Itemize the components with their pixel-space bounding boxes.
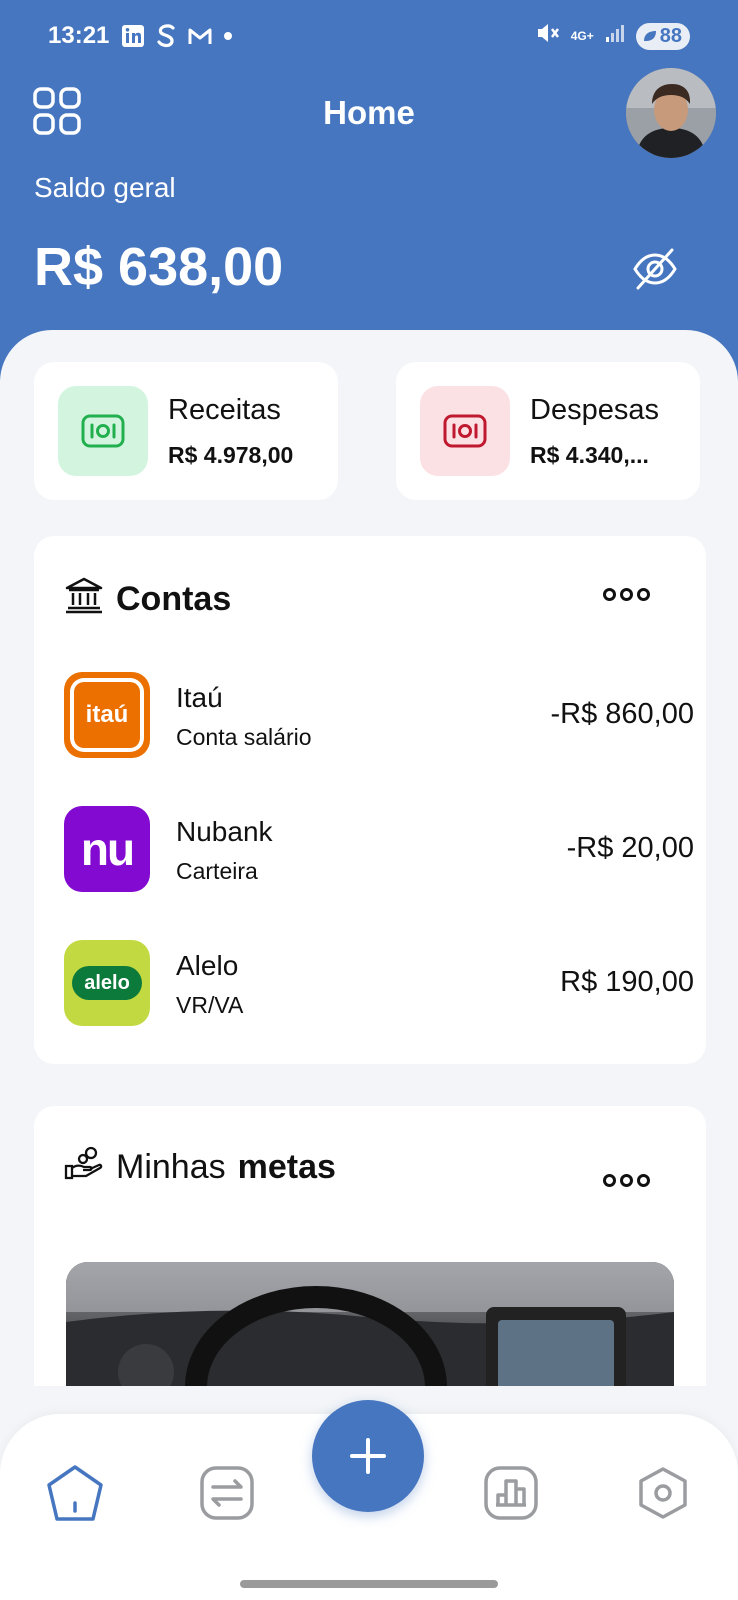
bottom-nav [0,1400,738,1600]
account-name: Itaú [176,682,223,713]
alelo-logo-text: alelo [72,966,142,1000]
account-type: Carteira [176,858,258,884]
leaf-icon [643,31,656,41]
expense-value: R$ 4.340,... [530,442,649,468]
goals-header: Minhas metas [64,1146,336,1189]
account-name: Nubank [176,816,273,847]
avatar[interactable] [626,68,716,158]
signal-icon [604,22,626,51]
account-type: VR/VA [176,992,244,1018]
gmail-icon [187,25,213,47]
linkedin-icon [121,24,145,48]
chart-icon [484,1466,538,1520]
goal-car-image[interactable] [66,1262,674,1386]
account-balance: R$ 190,00 [560,966,694,998]
balance-label: Saldo geral [34,172,176,203]
transfer-icon [200,1466,254,1520]
notification-dot-icon [223,31,233,41]
account-balance: -R$ 860,00 [550,698,695,730]
alelo-logo: alelo [64,940,150,1026]
nav-transactions[interactable] [192,1458,262,1528]
settings-icon [639,1467,687,1519]
account-type: Conta salário [176,724,312,750]
home-indicator[interactable] [240,1580,498,1588]
income-label: Receitas [168,394,281,426]
itau-logo-text: itaú [74,682,140,748]
header: 13:21 4G+ 88 Home Saldo geral R$ 638,00 [0,0,738,380]
add-button[interactable] [312,1400,424,1512]
mute-icon [535,21,561,52]
account-row-alelo[interactable]: alelo Alelo VR/VA R$ 190,00 [64,940,694,1026]
nav-home[interactable] [40,1458,110,1528]
battery-level: 88 [659,24,682,47]
account-balance: -R$ 20,00 [566,832,694,864]
account-name: Alelo [176,950,239,981]
status-time: 13:21 [48,22,110,49]
accounts-card: Contas itaú Itaú Conta salário -R$ 860,0… [34,536,706,1064]
accounts-header: Contas [64,576,231,623]
goals-hand-icon [64,1146,104,1189]
expense-money-icon [420,386,510,476]
network-label: 4G+ [570,29,594,43]
more-icon [603,1174,650,1187]
hide-balance-icon[interactable] [630,244,680,294]
bank-icon [64,576,104,623]
home-icon [47,1465,103,1521]
expense-card[interactable]: Despesas R$ 4.340,... [396,362,700,500]
nav-settings[interactable] [628,1458,698,1528]
status-bar: 13:21 4G+ 88 [48,18,690,54]
accounts-more-button[interactable] [603,588,650,601]
plus-icon [350,1438,386,1474]
s-app-icon [155,23,177,49]
expense-label: Despesas [530,394,659,426]
income-value: R$ 4.978,00 [168,442,294,468]
income-money-icon [58,386,148,476]
more-icon [603,588,650,601]
account-row-nubank[interactable]: nu Nubank Carteira -R$ 20,00 [64,806,694,892]
top-bar: Home [0,68,738,158]
main-content: Receitas R$ 4.978,00 Despesas R$ 4.340,.… [0,330,738,1390]
battery-indicator: 88 [635,22,690,50]
nav-reports[interactable] [476,1458,546,1528]
nubank-logo: nu [64,806,150,892]
balance-value: R$ 638,00 [34,237,284,297]
goals-card: Minhas metas [34,1106,706,1386]
goals-title-bold: metas [237,1148,336,1186]
accounts-title: Contas [116,580,232,618]
goals-title-regular: Minhas [116,1148,226,1186]
itau-logo: itaú [64,672,150,758]
income-card[interactable]: Receitas R$ 4.978,00 [34,362,338,500]
goals-more-button[interactable] [603,1174,650,1187]
account-row-itau[interactable]: itaú Itaú Conta salário -R$ 860,00 [64,672,694,758]
